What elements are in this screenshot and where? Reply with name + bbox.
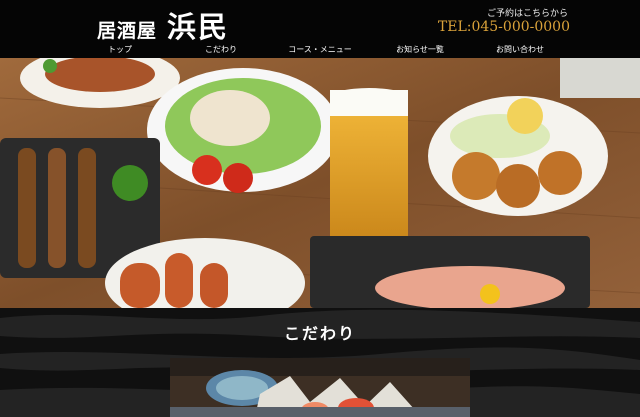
- site-header: 居酒屋 浜民 ご予約はこちらから TEL:045-000-0000 トップ こだ…: [0, 0, 640, 60]
- nav-item-top[interactable]: トップ: [108, 44, 132, 55]
- nav-item-kodawari[interactable]: こだわり: [205, 44, 237, 55]
- main-navigation: トップ こだわり コース・メニュー お知らせ一覧 お問い合わせ: [0, 44, 640, 58]
- nav-item-contact[interactable]: お問い合わせ: [496, 44, 544, 55]
- kodawari-section: こだわり: [0, 308, 640, 417]
- logo-title: 浜民: [167, 10, 230, 44]
- nav-item-news[interactable]: お知らせ一覧: [396, 44, 444, 55]
- section-title: こだわり: [283, 324, 356, 343]
- sashimi-feature-photo: [170, 358, 470, 417]
- food-photo-image: [0, 58, 640, 308]
- site-logo[interactable]: 居酒屋 浜民: [97, 4, 229, 46]
- phone-number-link[interactable]: TEL:045-000-0000: [438, 19, 570, 35]
- sashimi-photo-image: [170, 358, 470, 417]
- logo-subtitle: 居酒屋: [97, 20, 158, 42]
- nav-item-course-menu[interactable]: コース・メニュー: [288, 44, 352, 55]
- hero-food-photo: [0, 58, 640, 308]
- reservation-label: ご予約はこちらから: [486, 9, 568, 19]
